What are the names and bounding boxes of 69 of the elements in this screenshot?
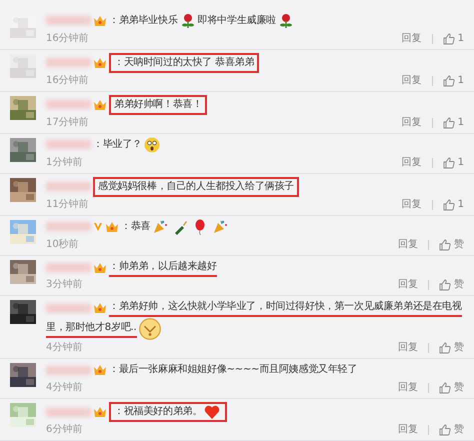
party-popper-icon bbox=[212, 218, 228, 235]
reply-button[interactable]: 回复 bbox=[398, 236, 418, 253]
rose-icon bbox=[278, 12, 294, 29]
comment-time: 3分钟前 bbox=[46, 278, 82, 292]
thumbs-up-icon bbox=[442, 156, 455, 169]
thumbs-up-icon bbox=[442, 198, 455, 211]
thumbs-up-icon bbox=[442, 74, 455, 87]
reply-button[interactable]: 回复 bbox=[402, 114, 422, 131]
comment-time: 16分钟前 bbox=[46, 74, 89, 88]
reply-button[interactable]: 回复 bbox=[402, 196, 422, 213]
thumbs-up-icon bbox=[442, 32, 455, 45]
comment-text: ：祝福美好的弟弟。 bbox=[114, 404, 202, 419]
like-button[interactable]: 1 bbox=[442, 72, 464, 89]
thumbs-up-icon bbox=[439, 382, 451, 394]
blurred-name bbox=[46, 16, 91, 26]
like-button[interactable]: 赞 bbox=[439, 380, 464, 396]
thumbs-up-icon bbox=[439, 238, 451, 251]
blurred-name bbox=[46, 140, 91, 150]
thumbs-up-icon bbox=[442, 116, 455, 129]
comment-text: ：恭喜 bbox=[121, 220, 150, 234]
like-button[interactable]: 1 bbox=[442, 154, 464, 171]
comment-text: 即将中学生威廉啦 bbox=[198, 14, 276, 28]
blurred-name bbox=[46, 182, 91, 192]
blurred-name bbox=[46, 408, 91, 416]
comment-time: 6分钟前 bbox=[46, 422, 82, 437]
comment-time: 10秒前 bbox=[46, 238, 79, 252]
thumbs-up-icon bbox=[439, 424, 451, 436]
comment-time: 4分钟前 bbox=[46, 380, 82, 395]
thumbs-up-icon bbox=[439, 279, 451, 292]
rose-icon bbox=[180, 12, 196, 29]
like-button[interactable]: 赞 bbox=[439, 340, 464, 356]
comment-text: ：天呐时间过的太快了 恭喜弟弟 bbox=[114, 56, 254, 70]
reply-button[interactable]: 回复 bbox=[398, 422, 418, 438]
face-icon bbox=[138, 318, 161, 340]
comment-time: 4分钟前 bbox=[46, 340, 82, 355]
comment-text: 弟弟好帅啊！恭喜！ bbox=[114, 98, 202, 112]
comment-text: ：弟弟好帅，这么快就小学毕业了，时间过得好快，第一次见威廉弟弟还是在电视 bbox=[109, 299, 462, 318]
like-button[interactable]: 1 bbox=[442, 114, 464, 131]
comment-time: 16分钟前 bbox=[46, 32, 89, 46]
reply-button[interactable]: 回复 bbox=[402, 72, 422, 89]
comment-time: 1分钟前 bbox=[46, 156, 82, 170]
comment-time: 11分钟前 bbox=[46, 198, 89, 212]
thumbs-up-icon bbox=[439, 342, 451, 354]
comment-text: 感觉妈妈很棒，自己的人生都投入给了俩孩子 bbox=[98, 180, 294, 194]
reply-button[interactable]: 回复 bbox=[402, 154, 422, 171]
blurred-name bbox=[46, 304, 91, 313]
reply-button[interactable]: 回复 bbox=[398, 277, 418, 294]
party-popper-icon bbox=[152, 218, 168, 235]
like-button[interactable]: 赞 bbox=[439, 236, 464, 253]
reply-button[interactable]: 回复 bbox=[398, 340, 418, 356]
reply-button[interactable]: 回复 bbox=[402, 30, 422, 47]
comment-text: ：弟弟毕业快乐 bbox=[109, 14, 178, 28]
reply-button[interactable]: 回复 bbox=[398, 380, 418, 396]
comment-text: 里，那时他才8岁吧.. bbox=[46, 320, 137, 338]
heart-icon bbox=[204, 404, 220, 420]
like-button[interactable]: 赞 bbox=[439, 277, 464, 294]
comment-text: ：帅弟弟，以后越来越好 bbox=[109, 258, 217, 277]
like-button[interactable]: 1 bbox=[442, 196, 464, 213]
blurred-name bbox=[46, 366, 91, 375]
blurred-name bbox=[46, 222, 91, 232]
comment-text: ：毕业了？ bbox=[93, 138, 142, 152]
blurred-name bbox=[46, 58, 91, 68]
like-button[interactable]: 1 bbox=[442, 30, 464, 47]
blurred-name bbox=[46, 100, 91, 110]
like-button[interactable]: 赞 bbox=[439, 422, 464, 438]
comment-time: 17分钟前 bbox=[46, 116, 89, 130]
blurred-name bbox=[46, 263, 91, 272]
comment-text: ：最后一张麻麻和姐姐好像~~~~而且阿姨感觉又年轻了 bbox=[109, 362, 358, 378]
surprised-face-icon bbox=[144, 136, 160, 153]
